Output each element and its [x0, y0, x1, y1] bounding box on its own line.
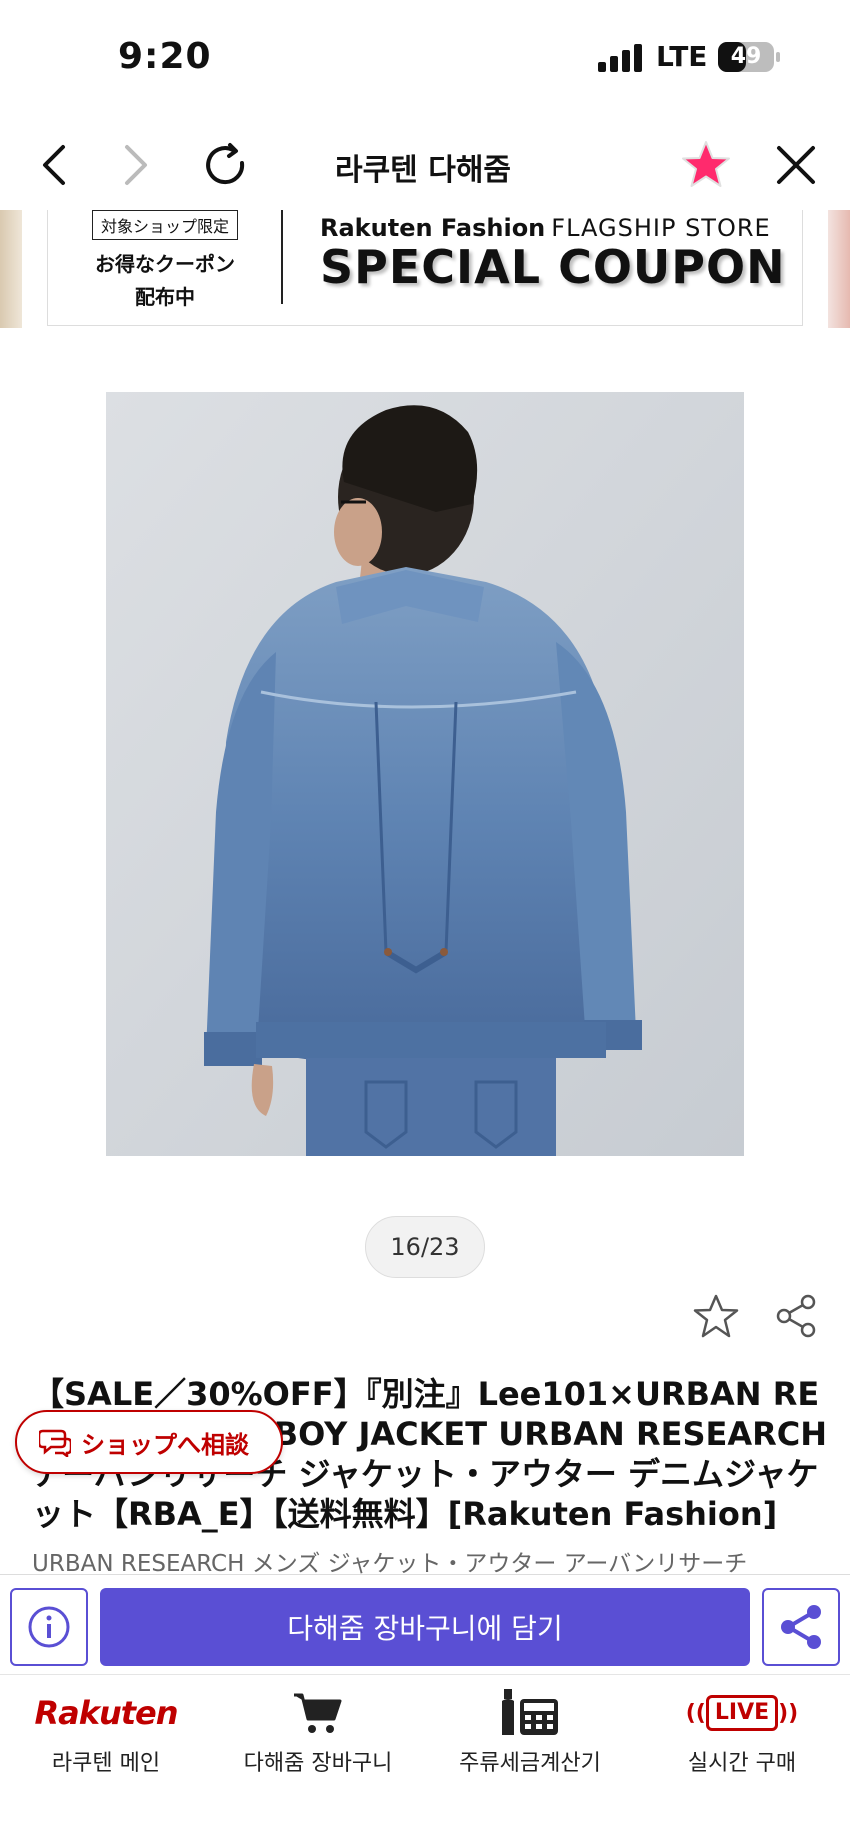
live-wave-right: )) — [778, 1700, 799, 1726]
tab-label: 주류세금계산기 — [459, 1751, 601, 1776]
chat-icon — [39, 1429, 71, 1457]
live-icon: (( LIVE )) — [636, 1687, 848, 1739]
chevron-right-icon — [125, 145, 147, 185]
back-button[interactable] — [26, 137, 82, 193]
rakuten-logo-icon: Rakuten — [0, 1687, 212, 1739]
reload-button[interactable] — [198, 137, 254, 193]
tab-live-shopping[interactable]: (( LIVE )) 실시간 구매 — [636, 1687, 848, 1787]
bottom-tab-bar: Rakuten 라쿠텐 메인 다해줌 장바구니 주류세금계산기 ((LIVE … — [0, 1674, 850, 1842]
star-filled-icon — [682, 141, 730, 187]
previous-banner-peek[interactable] — [0, 210, 22, 328]
image-counter: 16/23 — [365, 1216, 485, 1278]
banner-brand-line: Rakuten Fashion FLAGSHIP STORE — [320, 214, 786, 242]
battery-icon: 49 — [718, 42, 780, 72]
product-meta: URBAN RESEARCH メンズ ジャケット・アウター アーバンリサーチ — [32, 1551, 748, 1577]
banner-line2: 配布中 — [135, 285, 195, 309]
share-icon — [776, 1294, 816, 1338]
live-badge: LIVE — [705, 1695, 779, 1731]
next-banner-peek[interactable] — [828, 210, 850, 328]
network-label: LTE — [656, 40, 708, 73]
star-outline-icon — [693, 1294, 739, 1338]
shop-consult-label: ショップへ相談 — [81, 1430, 249, 1459]
banner-right-panel: Rakuten Fashion FLAGSHIP STORE SPECIAL CO… — [320, 210, 786, 294]
close-icon — [777, 146, 815, 184]
banner-tag: 対象ショップ限定 — [91, 210, 238, 240]
tab-label: 실시간 구매 — [687, 1751, 797, 1776]
action-row: 다해줌 장바구니에 담기 — [0, 1574, 850, 1674]
cart-icon — [212, 1687, 424, 1739]
share-box-button[interactable] — [762, 1588, 840, 1666]
close-button[interactable] — [768, 137, 824, 193]
forward-button[interactable] — [108, 137, 164, 193]
signal-icon — [598, 44, 642, 72]
browser-nav: 라쿠텐 다해줌 — [0, 115, 850, 210]
coupon-banner-carousel[interactable]: 対象ショップ限定 お得なクーポン 配布中 Rakuten Fashion FLAG… — [0, 210, 850, 328]
favorite-star-button[interactable] — [678, 137, 734, 193]
calculator-bottle-icon — [424, 1687, 636, 1739]
status-bar: 9:20 LTE 49 — [0, 0, 850, 115]
share-icon — [781, 1605, 821, 1649]
tab-rakuten-main[interactable]: Rakuten 라쿠텐 메인 — [0, 1687, 212, 1787]
status-time: 9:20 — [118, 36, 212, 77]
tab-label: 다해줌 장바구니 — [243, 1751, 393, 1776]
rakuten-logo: Rakuten — [34, 1694, 178, 1732]
shop-consult-button[interactable]: ショップへ相談 — [15, 1410, 283, 1474]
banner-divider — [281, 210, 283, 304]
banner-left-panel: 対象ショップ限定 お得なクーポン 配布中 — [48, 210, 282, 325]
product-image[interactable] — [106, 392, 744, 1156]
banner-brand: Rakuten Fashion — [320, 214, 546, 242]
battery-level: 49 — [730, 44, 762, 69]
chevron-left-icon — [43, 145, 65, 185]
banner-headline: SPECIAL COUPON — [320, 240, 786, 294]
special-coupon-banner[interactable]: 対象ショップ限定 お得なクーポン 配布中 Rakuten Fashion FLAG… — [47, 210, 803, 326]
info-button[interactable] — [10, 1588, 88, 1666]
reload-icon — [206, 143, 245, 185]
add-to-cart-button[interactable]: 다해줌 장바구니에 담기 — [100, 1588, 750, 1666]
tab-label: 라쿠텐 메인 — [51, 1751, 161, 1776]
tab-cart[interactable]: 다해줌 장바구니 — [212, 1687, 424, 1787]
banner-line1: お得なクーポン — [95, 252, 235, 276]
wishlist-button[interactable] — [692, 1292, 740, 1340]
share-button[interactable] — [772, 1292, 820, 1340]
info-icon — [28, 1606, 70, 1648]
tab-liquor-tax-calculator[interactable]: 주류세금계산기 — [424, 1687, 636, 1787]
banner-flagship: FLAGSHIP STORE — [551, 214, 771, 242]
live-wave-left: (( — [685, 1700, 706, 1726]
denim-jacket-photo — [106, 392, 744, 1156]
